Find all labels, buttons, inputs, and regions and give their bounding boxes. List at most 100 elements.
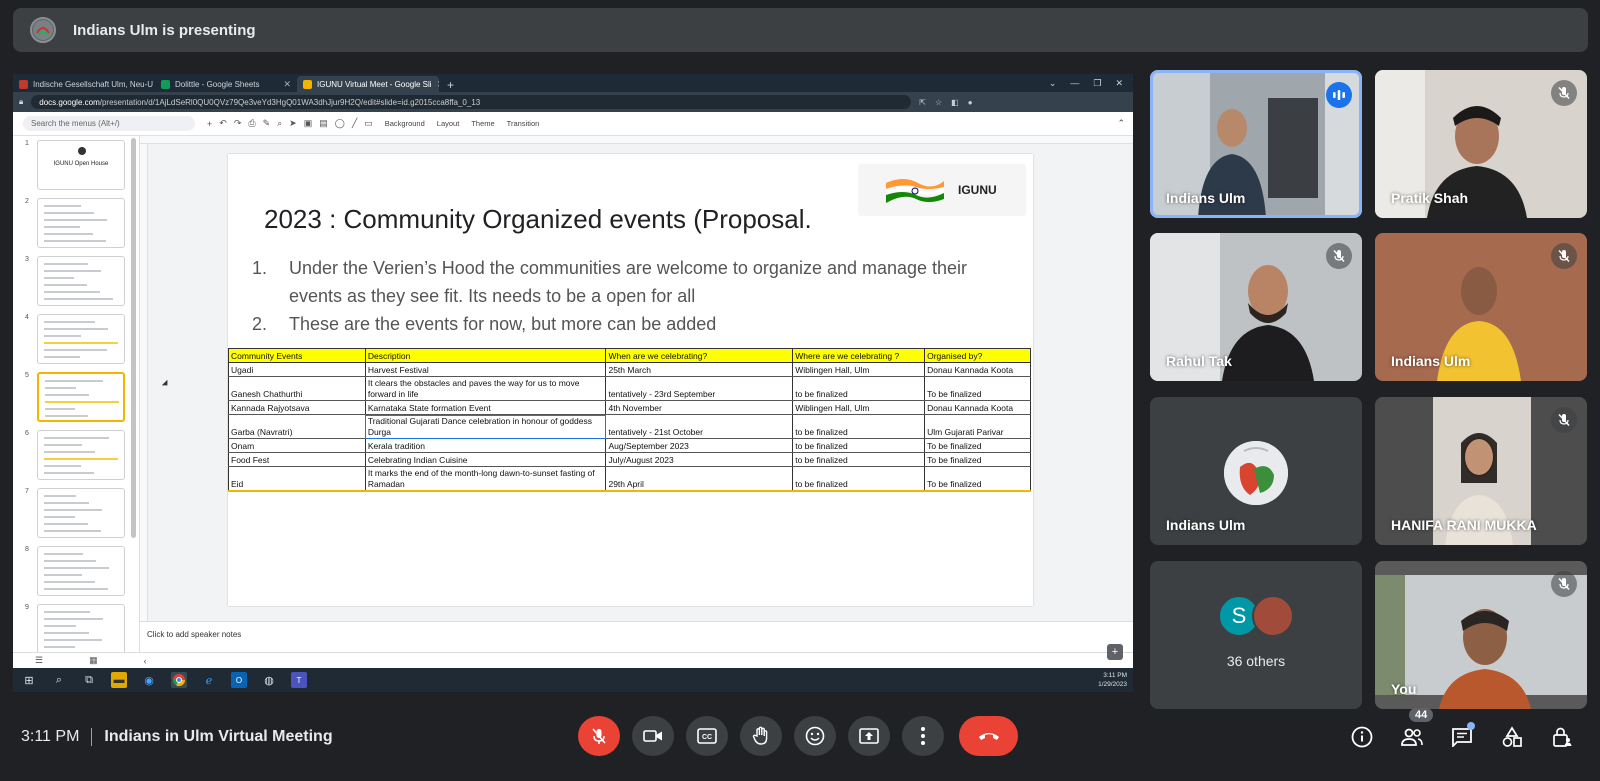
select-icon[interactable]: ➤ bbox=[289, 118, 297, 129]
slide-thumbnail[interactable]: IGUNU Open House bbox=[37, 140, 125, 190]
task-view-icon[interactable]: ⧉ bbox=[81, 672, 97, 688]
more-options-button[interactable] bbox=[902, 716, 944, 756]
paint-format-icon[interactable]: ✎ bbox=[263, 118, 271, 129]
close-window-icon[interactable]: ✕ bbox=[1115, 78, 1123, 89]
chevron-up-icon[interactable]: ⌃ bbox=[1117, 118, 1125, 129]
table-cell[interactable]: To be finalized bbox=[924, 376, 1031, 401]
participant-tile[interactable]: Indians Ulm bbox=[1150, 70, 1362, 218]
url-field[interactable]: docs.google.com/presentation/d/1AjLdSeRl… bbox=[31, 95, 912, 109]
table-cell[interactable]: July/August 2023 bbox=[605, 452, 794, 467]
participant-tile[interactable]: HANIFA RANI MUKKA bbox=[1375, 397, 1587, 545]
table-cell[interactable]: Wiblingen Hall, Ulm bbox=[792, 362, 926, 377]
table-cell[interactable]: 25th March bbox=[605, 362, 794, 377]
table-cell[interactable]: Donau Kannada Koota bbox=[924, 400, 1031, 415]
share-icon[interactable]: ⇱ bbox=[919, 98, 926, 107]
slide-thumbnail[interactable] bbox=[37, 198, 125, 248]
table-cell[interactable]: Traditional Gujarati Dance celebration i… bbox=[364, 414, 607, 439]
undo-icon[interactable]: ↶ bbox=[219, 118, 227, 129]
table-cell[interactable]: Celebrating Indian Cuisine bbox=[364, 452, 607, 467]
table-cell[interactable]: To be finalized bbox=[924, 466, 1031, 492]
zoom-icon[interactable]: ⌕ bbox=[277, 118, 282, 129]
new-tab-icon[interactable]: + bbox=[439, 78, 462, 92]
self-tile[interactable]: You bbox=[1375, 561, 1587, 709]
restore-icon[interactable]: ❐ bbox=[1093, 78, 1101, 89]
minimize-icon[interactable]: — bbox=[1070, 78, 1079, 89]
slide-thumbnail[interactable] bbox=[37, 546, 125, 596]
slide-thumbnail[interactable] bbox=[37, 256, 125, 306]
slide-thumbnail[interactable] bbox=[37, 314, 125, 364]
file-explorer-icon[interactable]: ▬ bbox=[111, 672, 127, 688]
table-cell[interactable]: Karnataka State formation Event bbox=[364, 400, 607, 415]
explore-button[interactable]: + bbox=[1107, 644, 1123, 660]
table-cell[interactable]: 4th November bbox=[605, 400, 794, 415]
transition-button[interactable]: Transition bbox=[507, 119, 540, 128]
grid-view-icon[interactable]: ▦ bbox=[89, 655, 98, 666]
present-button[interactable] bbox=[848, 716, 890, 756]
app-icon[interactable]: ◍ bbox=[261, 672, 277, 688]
table-cell[interactable]: Garba (Navratri) bbox=[228, 414, 366, 439]
speaker-notes[interactable]: Click to add speaker notes bbox=[140, 621, 1133, 652]
table-cell[interactable]: Kerala tradition bbox=[364, 438, 607, 453]
table-cell[interactable]: Ugadi bbox=[228, 362, 366, 377]
redo-icon[interactable]: ↷ bbox=[234, 118, 242, 129]
close-tab-icon[interactable]: ✕ bbox=[283, 79, 291, 90]
theme-button[interactable]: Theme bbox=[471, 119, 494, 128]
table-cell[interactable]: to be finalized bbox=[792, 414, 926, 439]
tab-list-icon[interactable]: ⌄ bbox=[1049, 78, 1057, 89]
table-cell[interactable]: Wiblingen Hall, Ulm bbox=[792, 400, 926, 415]
table-cell[interactable]: Food Fest bbox=[228, 452, 366, 467]
table-cell[interactable]: It marks the end of the month-long dawn-… bbox=[364, 466, 607, 492]
meeting-details-button[interactable] bbox=[1347, 722, 1377, 752]
search-icon[interactable]: ⌕ bbox=[51, 672, 67, 688]
shape-icon[interactable]: ◯ bbox=[335, 118, 345, 129]
browser-tab-2[interactable]: Dolittle - Google Sheets ✕ bbox=[155, 76, 297, 92]
slide-thumbnail[interactable] bbox=[37, 372, 125, 422]
current-slide[interactable]: IGUNU 2023 : Community Organized events … bbox=[228, 154, 1033, 606]
table-cell[interactable]: Onam bbox=[228, 438, 366, 453]
participant-tile[interactable]: Indians Ulm bbox=[1375, 233, 1587, 381]
webex-icon[interactable]: ◉ bbox=[141, 672, 157, 688]
extension-icon[interactable]: ◧ bbox=[951, 98, 959, 107]
line-icon[interactable]: ╱ bbox=[352, 118, 357, 129]
print-icon[interactable]: ⎙ bbox=[248, 118, 255, 129]
table-cell[interactable]: Aug/September 2023 bbox=[605, 438, 794, 453]
table-cell[interactable]: to be finalized bbox=[792, 376, 926, 401]
captions-button[interactable]: CC bbox=[686, 716, 728, 756]
toggle-mic-button[interactable] bbox=[578, 716, 620, 756]
textbox-icon[interactable]: ▣ bbox=[304, 118, 313, 129]
table-cell[interactable]: Ulm Gujarati Parivar bbox=[924, 414, 1031, 439]
collapse-panel-icon[interactable]: ‹ bbox=[144, 656, 147, 666]
table-cell[interactable]: Kannada Rajyotsava bbox=[228, 400, 366, 415]
image-icon[interactable]: ▤ bbox=[319, 118, 328, 129]
table-cell[interactable]: To be finalized bbox=[924, 452, 1031, 467]
outlook-icon[interactable]: O bbox=[231, 672, 247, 688]
reactions-button[interactable] bbox=[794, 716, 836, 756]
host-controls-button[interactable] bbox=[1547, 722, 1577, 752]
table-cell[interactable]: 29th April bbox=[605, 466, 794, 492]
browser-tab-3[interactable]: IGUNU Virtual Meet - Google Sli✕ bbox=[297, 76, 439, 92]
participant-tile[interactable]: Pratik Shah bbox=[1375, 70, 1587, 218]
star-icon[interactable]: ☆ bbox=[935, 98, 942, 107]
layout-button[interactable]: Layout bbox=[437, 119, 460, 128]
teams-icon[interactable]: T bbox=[291, 672, 307, 688]
others-tile[interactable]: S 36 others bbox=[1150, 561, 1362, 709]
people-button[interactable] bbox=[1397, 722, 1427, 752]
edge-icon[interactable]: ℯ bbox=[201, 672, 217, 688]
participant-tile[interactable]: Indians Ulm bbox=[1150, 397, 1362, 545]
table-cell[interactable]: tentatively - 23rd September bbox=[605, 376, 794, 401]
slide-thumbnail[interactable] bbox=[37, 488, 125, 538]
table-cell[interactable]: To be finalized bbox=[924, 438, 1031, 453]
menu-search-input[interactable]: Search the menus (Alt+/) bbox=[23, 116, 195, 131]
table-cell[interactable]: to be finalized bbox=[792, 438, 926, 453]
participant-tile[interactable]: Rahul Tak bbox=[1150, 233, 1362, 381]
list-view-icon[interactable]: ☰ bbox=[35, 655, 43, 666]
table-cell[interactable]: to be finalized bbox=[792, 452, 926, 467]
browser-tab-1[interactable]: Indische Gesellschaft Ulm, Neu-U✕ bbox=[13, 76, 155, 92]
raise-hand-button[interactable] bbox=[740, 716, 782, 756]
table-cell[interactable]: Donau Kannada Koota bbox=[924, 362, 1031, 377]
new-slide-icon[interactable]: + bbox=[207, 119, 212, 129]
activities-button[interactable] bbox=[1497, 722, 1527, 752]
table-cell[interactable]: Eid bbox=[228, 466, 366, 492]
toggle-camera-button[interactable] bbox=[632, 716, 674, 756]
profile-icon[interactable]: ● bbox=[968, 98, 973, 107]
